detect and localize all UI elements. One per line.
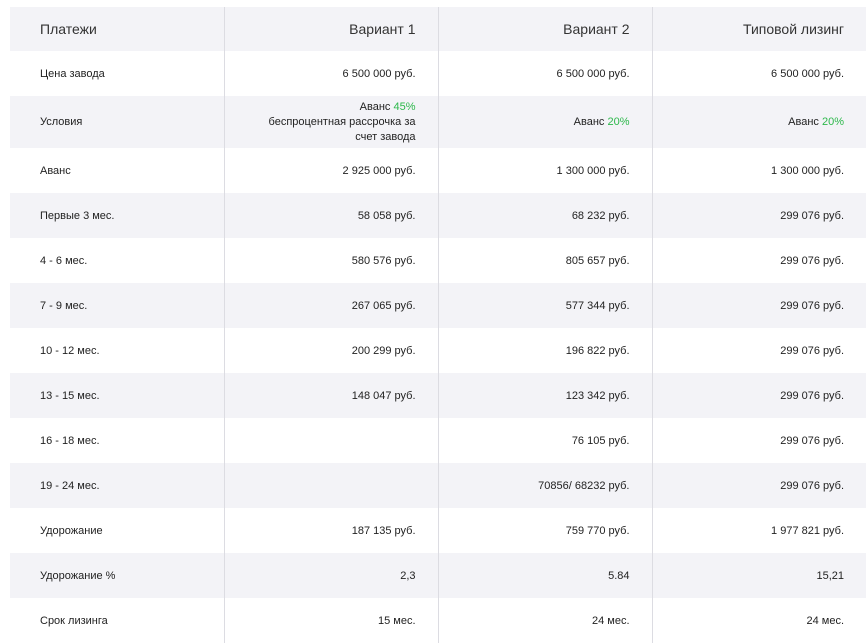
table-row: Условия Аванс 45% беспроцентная рассрочк…: [10, 96, 866, 148]
cell-standard-leasing: 299 076 руб.: [651, 463, 866, 508]
cell-variant-1: 2,3: [223, 553, 438, 598]
cell-variant-2: 70856/ 68232 руб.: [437, 463, 652, 508]
table-row: Аванс 2 925 000 руб. 1 300 000 руб. 1 30…: [10, 148, 866, 193]
table-row: Срок лизинга 15 мес. 24 мес. 24 мес.: [10, 598, 866, 643]
cell-variant-2: 577 344 руб.: [437, 283, 652, 328]
cell-variant-1: 187 135 руб.: [223, 508, 438, 553]
cell-variant-1: 580 576 руб.: [223, 238, 438, 283]
cell-variant-1: 2 925 000 руб.: [223, 148, 438, 193]
table-row: Удорожание 187 135 руб. 759 770 руб. 1 9…: [10, 508, 866, 553]
row-label: Удорожание: [40, 524, 103, 537]
leasing-comparison-table: Платежи Вариант 1 Вариант 2 Типовой лизи…: [10, 7, 866, 643]
header-row: Платежи Вариант 1 Вариант 2 Типовой лизи…: [10, 7, 866, 51]
cell-variant-1: 15 мес.: [223, 598, 438, 643]
cell-standard-leasing: 1 300 000 руб.: [651, 148, 866, 193]
row-label: Срок лизинга: [40, 614, 108, 627]
cell-standard-leasing: 299 076 руб.: [651, 238, 866, 283]
row-label: 10 - 12 мес.: [40, 344, 100, 357]
cell-variant-2: 123 342 руб.: [437, 373, 652, 418]
header-standard-leasing: Типовой лизинг: [651, 7, 866, 51]
header-payments: Платежи: [10, 7, 224, 51]
cell-standard-leasing: 299 076 руб.: [651, 418, 866, 463]
header-variant-2: Вариант 2: [437, 7, 652, 51]
leasing-comparison-table-wrapper: Платежи Вариант 1 Вариант 2 Типовой лизи…: [10, 7, 866, 643]
cell-variant-2: 1 300 000 руб.: [437, 148, 652, 193]
table-row: Удорожание % 2,3 5.84 15,21: [10, 553, 866, 598]
row-label: 4 - 6 мес.: [40, 254, 88, 267]
cell-standard-leasing-conditions: Аванс 20%: [651, 96, 866, 148]
cell-variant-1: [223, 418, 438, 463]
cell-variant-2-conditions: Аванс 20%: [437, 96, 652, 148]
cell-variant-2: 805 657 руб.: [437, 238, 652, 283]
cell-variant-2: 196 822 руб.: [437, 328, 652, 373]
table-body: Цена завода 6 500 000 руб. 6 500 000 руб…: [10, 51, 866, 643]
table-row: 19 - 24 мес. 70856/ 68232 руб. 299 076 р…: [10, 463, 866, 508]
table-row: 7 - 9 мес. 267 065 руб. 577 344 руб. 299…: [10, 283, 866, 328]
conditions-line-2: беспроцентная рассрочка за: [268, 115, 416, 128]
table-row: 16 - 18 мес. 76 105 руб. 299 076 руб.: [10, 418, 866, 463]
cell-variant-1: 58 058 руб.: [223, 193, 438, 238]
cell-variant-2: 24 мес.: [437, 598, 652, 643]
cell-variant-1: [223, 463, 438, 508]
advance-percent: 20%: [821, 116, 844, 128]
advance-percent: 20%: [607, 116, 630, 128]
row-label: 16 - 18 мес.: [40, 434, 100, 447]
table-row: 10 - 12 мес. 200 299 руб. 196 822 руб. 2…: [10, 328, 866, 373]
row-label: 19 - 24 мес.: [10, 463, 224, 508]
cell-standard-leasing: 24 мес.: [651, 598, 866, 643]
cell-standard-leasing: 1 977 821 руб.: [651, 508, 866, 553]
advance-prefix: Аванс: [573, 116, 608, 128]
cell-variant-2: 5.84: [437, 553, 652, 598]
row-label: Первые 3 мес.: [10, 193, 224, 238]
row-label: Аванс: [40, 164, 71, 177]
cell-variant-1: 200 299 руб.: [223, 328, 438, 373]
row-label: 7 - 9 мес.: [10, 283, 224, 328]
table-row: 13 - 15 мес. 148 047 руб. 123 342 руб. 2…: [10, 373, 866, 418]
cell-variant-2: 759 770 руб.: [437, 508, 652, 553]
cell-variant-2: 76 105 руб.: [437, 418, 652, 463]
table-row: 4 - 6 мес. 580 576 руб. 805 657 руб. 299…: [10, 238, 866, 283]
cell-variant-2: 6 500 000 руб.: [437, 51, 652, 96]
conditions-line-3: счет завода: [355, 130, 416, 143]
advance-prefix: Аванс: [788, 116, 822, 128]
table-header: Платежи Вариант 1 Вариант 2 Типовой лизи…: [10, 7, 866, 51]
cell-standard-leasing: 15,21: [651, 553, 866, 598]
row-label: Удорожание %: [10, 553, 224, 598]
cell-variant-1: 148 047 руб.: [223, 373, 438, 418]
cell-standard-leasing: 299 076 руб.: [651, 193, 866, 238]
table-row: Первые 3 мес. 58 058 руб. 68 232 руб. 29…: [10, 193, 866, 238]
cell-variant-1-conditions: Аванс 45% беспроцентная рассрочка за сче…: [223, 96, 438, 148]
row-label: Условия: [10, 96, 224, 148]
header-variant-1: Вариант 1: [223, 7, 438, 51]
row-label: 13 - 15 мес.: [10, 373, 224, 418]
cell-standard-leasing: 299 076 руб.: [651, 373, 866, 418]
cell-variant-2: 68 232 руб.: [437, 193, 652, 238]
advance-prefix: Аванс: [359, 100, 394, 113]
table-row: Цена завода 6 500 000 руб. 6 500 000 руб…: [10, 51, 866, 96]
cell-standard-leasing: 299 076 руб.: [651, 283, 866, 328]
row-label: Цена завода: [40, 67, 105, 80]
cell-variant-1: 6 500 000 руб.: [223, 51, 438, 96]
advance-percent: 45%: [393, 100, 416, 113]
conditions-advance-line: Аванс 45%: [255, 100, 416, 115]
cell-standard-leasing: 299 076 руб.: [651, 328, 866, 373]
cell-standard-leasing: 6 500 000 руб.: [651, 51, 866, 96]
cell-variant-1: 267 065 руб.: [223, 283, 438, 328]
